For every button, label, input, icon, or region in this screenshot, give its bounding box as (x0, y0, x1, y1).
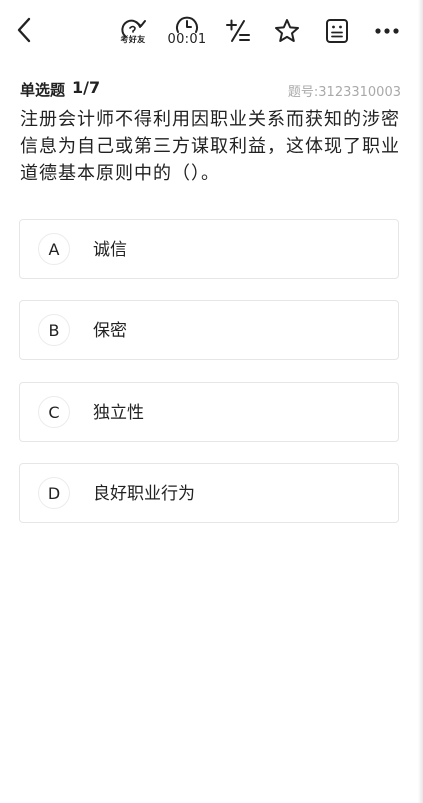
question-progress: 1/7 (72, 78, 101, 97)
question-stem: 注册会计师不得利用因职业关系而获知的涉密信息为自己或第三方谋取利益，这体现了职业… (20, 109, 400, 184)
answer-sheet-icon (326, 19, 348, 43)
ask-friend-button[interactable]: 考好友 (116, 12, 150, 50)
option-a[interactable]: A 诚信 (19, 219, 399, 279)
chevron-left-icon (17, 17, 31, 43)
question-type: 单选题 (20, 81, 66, 99)
option-text: 诚信 (93, 240, 127, 260)
option-letter: D (38, 477, 70, 509)
more-icon (375, 28, 399, 34)
question-screen: 考好友 00:01 单选题 1/7 题号:3123310003 注册会计师不得利… (0, 0, 423, 803)
answer-sheet-button[interactable] (322, 12, 352, 50)
question-header: 单选题 1/7 题号:3123310003 (20, 78, 402, 100)
timer-button[interactable]: 00:01 (166, 12, 208, 50)
option-letter: B (38, 314, 70, 346)
option-text: 保密 (93, 321, 127, 341)
favorite-button[interactable] (272, 12, 302, 50)
option-c[interactable]: C 独立性 (19, 382, 399, 442)
top-toolbar: 考好友 00:01 (0, 0, 418, 64)
option-letter: A (38, 233, 70, 265)
option-text: 良好职业行为 (93, 484, 195, 504)
calculator-icon (226, 19, 250, 42)
timer-value: 00:01 (167, 32, 207, 47)
ask-friend-label: 考好友 (120, 34, 146, 44)
option-text: 独立性 (93, 403, 144, 423)
option-d[interactable]: D 良好职业行为 (19, 463, 399, 523)
option-b[interactable]: B 保密 (19, 300, 399, 360)
star-icon (275, 19, 299, 42)
question-id: 题号:3123310003 (287, 85, 401, 100)
more-button[interactable] (372, 12, 402, 50)
option-letter: C (38, 396, 70, 428)
page-edge-shadow (418, 0, 423, 803)
back-button[interactable] (10, 14, 38, 46)
calculator-button[interactable] (224, 12, 252, 50)
